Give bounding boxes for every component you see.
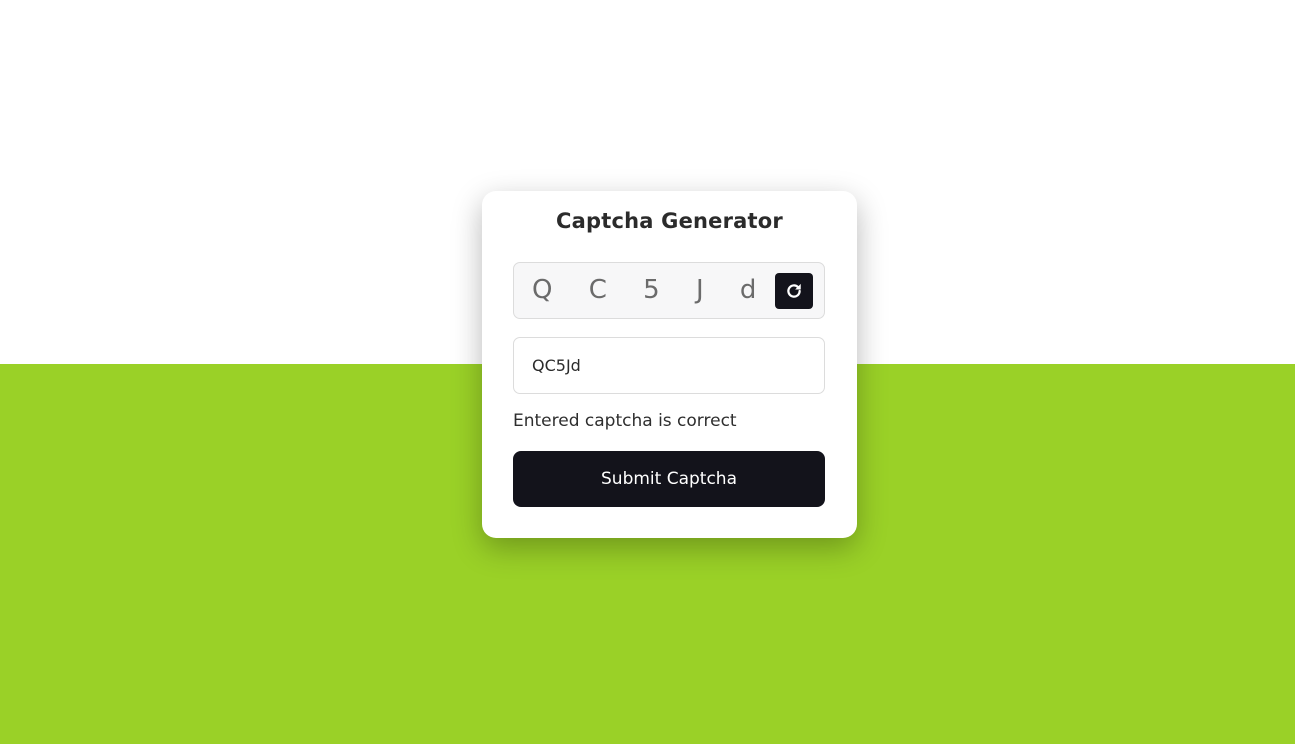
refresh-captcha-button[interactable] — [775, 273, 813, 309]
captcha-card: Captcha Generator Q C 5 J d Entered capt… — [482, 191, 857, 538]
refresh-icon — [787, 283, 801, 298]
submit-captcha-button[interactable]: Submit Captcha — [513, 451, 825, 507]
captcha-display-box: Q C 5 J d — [513, 262, 825, 319]
page: Captcha Generator Q C 5 J d Entered capt… — [0, 0, 1295, 744]
captcha-input[interactable] — [513, 337, 825, 394]
captcha-code: Q C 5 J d — [532, 275, 771, 305]
status-message: Entered captcha is correct — [513, 411, 737, 431]
page-title: Captcha Generator — [556, 209, 783, 233]
